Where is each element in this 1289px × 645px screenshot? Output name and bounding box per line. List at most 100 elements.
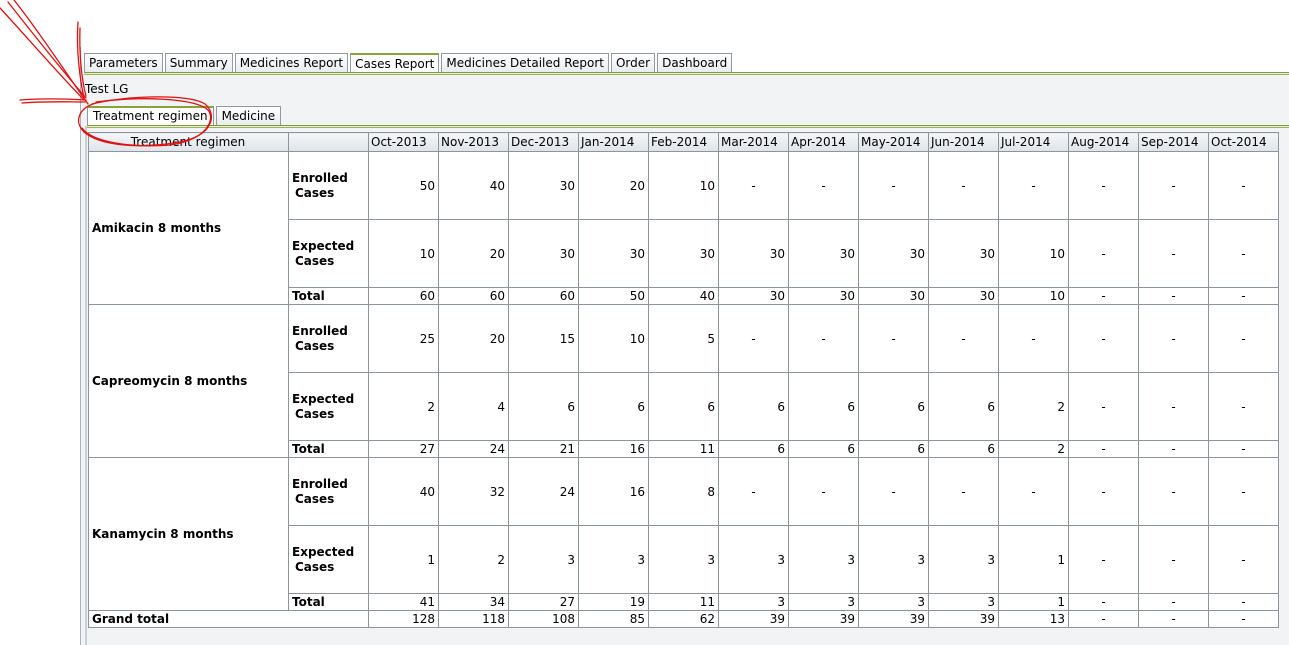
value-cell: 15 [508,304,579,373]
subtab-medicine[interactable]: Medicine [215,106,282,126]
value-cell: 24 [438,440,509,458]
value-cell: - [1138,457,1209,526]
value-cell: 25 [368,304,439,373]
row-label-total: Total [288,287,369,305]
row-label-enrolled-cases: Enrolled Cases [288,151,369,220]
value-cell: 30 [578,219,649,288]
value-cell: 21 [508,440,579,458]
row-label-expected-cases: Expected Cases [288,525,369,594]
value-cell: 3 [718,593,789,611]
value-cell: 10 [578,304,649,373]
tab-medicines-report[interactable]: Medicines Report [234,53,349,73]
value-cell: 85 [578,610,649,628]
value-cell: - [1138,304,1209,373]
header-month: Sep-2014 [1138,132,1209,152]
value-cell: 50 [368,151,439,220]
row-label-enrolled-cases: Enrolled Cases [288,304,369,373]
value-cell: 10 [998,287,1069,305]
value-cell: 20 [438,304,509,373]
value-cell: 41 [368,593,439,611]
header-month: Aug-2014 [1068,132,1139,152]
annotation-arrow-stroke [13,0,89,105]
value-cell: - [1208,593,1279,611]
value-cell: - [998,457,1069,526]
tab-summary[interactable]: Summary [164,53,233,73]
value-cell: 2 [998,372,1069,441]
value-cell: 62 [648,610,719,628]
value-cell: 3 [928,525,999,594]
regimen-name: Capreomycin 8 months [88,304,289,458]
value-cell: 3 [858,593,929,611]
value-cell: - [1138,287,1209,305]
value-cell: 39 [928,610,999,628]
value-cell: 4 [438,372,509,441]
value-cell: 108 [508,610,579,628]
value-cell: 60 [508,287,579,305]
tab-medicines-detailed-report[interactable]: Medicines Detailed Report [441,53,609,73]
annotation-arrow-stroke [19,98,87,101]
row-label-line: Cases [295,491,335,506]
value-cell: 6 [508,372,579,441]
row-label-line: Enrolled [292,170,348,185]
value-cell: 6 [858,372,929,441]
value-cell: 118 [438,610,509,628]
value-cell: 20 [578,151,649,220]
regimen-name: Kanamycin 8 months [88,457,289,611]
value-cell: - [928,304,999,373]
report-table-container[interactable]: Treatment regimen Oct-2013 Nov-2013 Dec-201… [88,132,1279,628]
value-cell: - [1208,372,1279,441]
value-cell: - [858,457,929,526]
value-cell: 6 [928,372,999,441]
cases-report-table: Treatment regimen Oct-2013 Nov-2013 Dec-201… [88,132,1279,628]
tab-order[interactable]: Order [610,53,656,73]
value-cell: - [1138,593,1209,611]
table-row-grand-total: Grand total 128 118 108 85 62 39 39 39 39 13- - - [88,610,1279,628]
value-cell: 30 [858,219,929,288]
value-cell: 39 [858,610,929,628]
tab-parameters[interactable]: Parameters [84,53,163,73]
value-cell: 6 [928,440,999,458]
value-cell: 30 [648,219,719,288]
value-cell: - [1208,610,1279,628]
header-month: May-2014 [858,132,929,152]
tab-cases-report[interactable]: Cases Report [350,53,440,74]
header-row-type [288,132,369,152]
value-cell: 32 [438,457,509,526]
value-cell: 11 [648,593,719,611]
value-cell: 5 [648,304,719,373]
row-label-expected-cases: Expected Cases [288,372,369,441]
value-cell: - [1138,440,1209,458]
value-cell: 30 [508,219,579,288]
value-cell: - [1138,151,1209,220]
value-cell: - [1208,219,1279,288]
value-cell: - [1138,219,1209,288]
row-label-expected-cases: Expected Cases [288,219,369,288]
row-label-total: Total [288,440,369,458]
value-cell: - [1208,440,1279,458]
row-label-enrolled-cases: Enrolled Cases [288,457,369,526]
value-cell: 6 [718,372,789,441]
value-cell: 6 [858,440,929,458]
row-label-line: Cases [295,185,335,200]
table-row: Amikacin 8 months Enrolled Cases 50 40 30 20 10… [88,151,1279,305]
value-cell: 1 [998,593,1069,611]
tab-dashboard[interactable]: Dashboard [657,53,733,73]
value-cell: - [858,151,929,220]
value-cell: 60 [438,287,509,305]
value-cell: - [1138,525,1209,594]
row-label-line: Cases [295,406,335,421]
annotation-arrow-stroke [0,7,85,101]
row-label-line: Cases [295,559,335,574]
row-label-line: Expected [292,391,355,406]
value-cell: 3 [788,525,859,594]
value-cell: - [1138,610,1209,628]
header-month: Oct-2013 [368,132,439,152]
subtab-treatment-regimen[interactable]: Treatment regimen [87,106,214,127]
value-cell: 6 [648,372,719,441]
value-cell: 10 [648,151,719,220]
inner-panel-border [85,126,87,645]
header-treatment-regimen: Treatment regimen [88,132,289,152]
value-cell: 60 [368,287,439,305]
value-cell: 40 [648,287,719,305]
value-cell: 39 [788,610,859,628]
